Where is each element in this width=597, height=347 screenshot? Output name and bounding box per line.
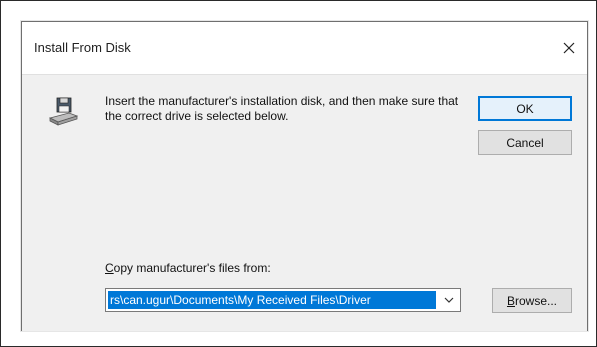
dialog-title: Install From Disk: [34, 40, 131, 55]
copy-label-accelerator: C: [105, 261, 114, 275]
path-dropdown-button[interactable]: [438, 289, 460, 311]
install-from-disk-dialog: Install From Disk Insert the manufacture…: [21, 21, 588, 331]
browse-accelerator: B: [506, 293, 515, 308]
browse-label-text: rowse...: [515, 293, 558, 308]
copy-from-path-combobox[interactable]: rs\can.ugur\Documents\My Received Files\…: [105, 288, 461, 312]
browse-button[interactable]: Browse...: [492, 288, 572, 313]
path-input-value[interactable]: rs\can.ugur\Documents\My Received Files\…: [108, 291, 436, 309]
chevron-down-icon: [444, 297, 454, 303]
floppy-drive-icon: [48, 97, 79, 126]
cancel-button[interactable]: Cancel: [478, 130, 572, 155]
screenshot-frame: Install From Disk Insert the manufacture…: [0, 0, 597, 347]
instruction-text: Insert the manufacturer's installation d…: [105, 94, 459, 123]
ok-button[interactable]: OK: [478, 96, 572, 121]
copy-label-text: opy manufacturer's files from:: [113, 261, 271, 275]
close-button[interactable]: [551, 32, 587, 64]
close-icon: [563, 42, 575, 54]
title-bar: Install From Disk: [22, 22, 587, 74]
dialog-body: Insert the manufacturer's installation d…: [22, 74, 587, 331]
copy-files-label: Copy manufacturer's files from:: [105, 261, 271, 275]
